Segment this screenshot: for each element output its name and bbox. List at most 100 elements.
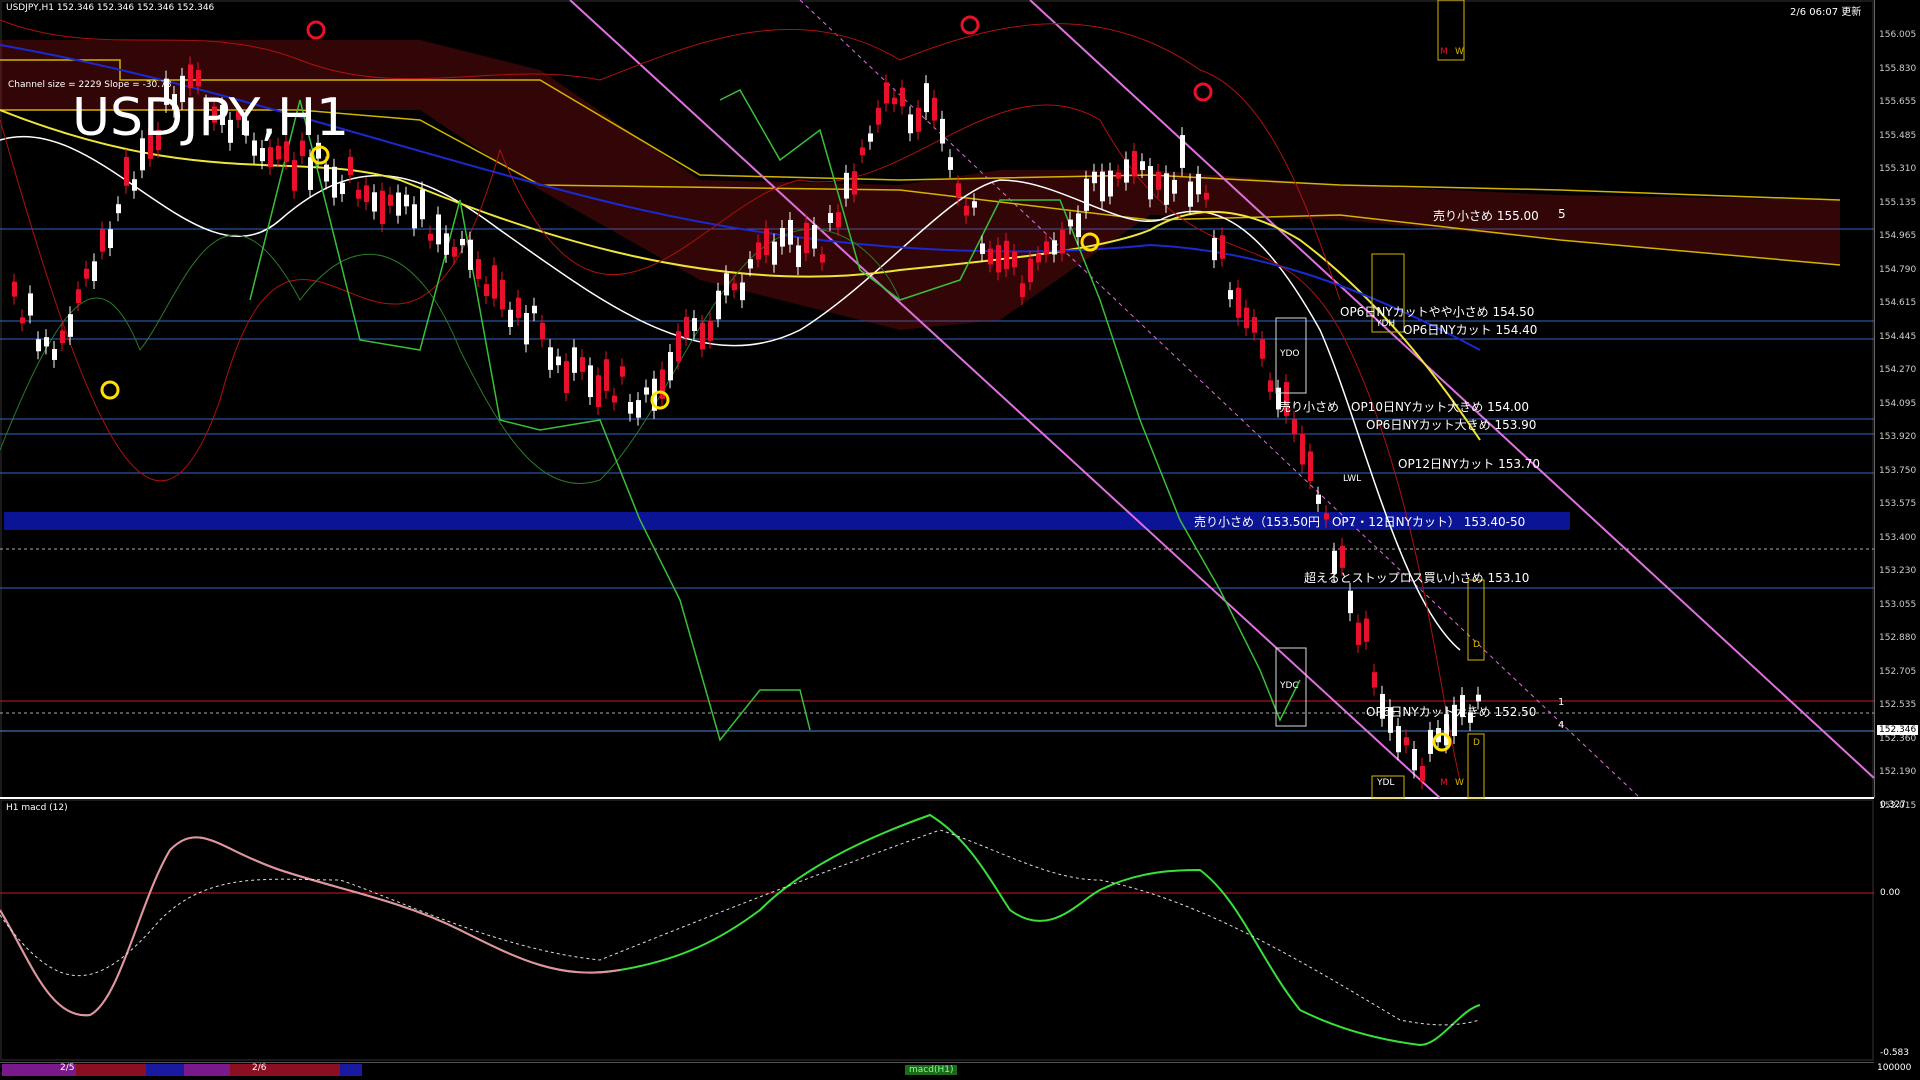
ydo-label: YDO xyxy=(1280,349,1300,359)
lwl-label: LWL xyxy=(1343,474,1362,484)
candle-body xyxy=(580,357,585,372)
candle-body xyxy=(1156,171,1161,190)
candle-body xyxy=(436,214,441,245)
candle-body xyxy=(532,305,537,314)
candle-body xyxy=(1316,494,1321,504)
macd-tab[interactable]: macd(H1) xyxy=(905,1065,958,1075)
candle-body xyxy=(1372,672,1377,688)
candle-body xyxy=(1204,192,1209,200)
candle-body xyxy=(476,259,481,279)
candle-body xyxy=(820,254,825,263)
price-chart-canvas[interactable] xyxy=(0,0,1920,1080)
candle-body xyxy=(596,375,601,407)
price-axis-tick: 155.655 xyxy=(1879,97,1917,107)
candle-body xyxy=(1148,166,1153,200)
fractal-up-icon xyxy=(100,380,120,400)
candle-body xyxy=(996,245,1001,273)
candle-body xyxy=(900,87,905,107)
current-price-tag: 152.346 xyxy=(1877,725,1919,735)
symbol-info: USDJPY,H1 152.346 152.346 152.346 152.34… xyxy=(6,3,215,13)
candle-body xyxy=(884,82,889,104)
fractal-down-icon xyxy=(1193,82,1213,102)
d-label-lower: D xyxy=(1473,738,1480,748)
candle-body xyxy=(444,233,449,255)
symbol-watermark: USDJPY,H1 xyxy=(72,88,350,148)
candle-body xyxy=(1348,590,1353,614)
candle-body xyxy=(1252,317,1257,333)
ydc-label: YDC xyxy=(1280,681,1299,691)
candle-body xyxy=(28,293,33,316)
d-label-upper: D xyxy=(1473,640,1480,650)
candle-body xyxy=(588,365,593,398)
macd-axis-scale: 100000 xyxy=(1877,1063,1912,1073)
candle-body xyxy=(1052,240,1057,255)
candle-body xyxy=(1212,237,1217,261)
timeline-seg-6 xyxy=(230,1064,340,1076)
candle-body xyxy=(1036,254,1041,263)
candle-body xyxy=(1172,179,1177,194)
candle-body xyxy=(1100,171,1105,202)
candle-body xyxy=(44,337,49,347)
candle-body xyxy=(940,118,945,144)
timeline-seg-3 xyxy=(76,1064,146,1076)
candle-body xyxy=(1420,765,1425,782)
candle-body xyxy=(516,297,521,318)
candle-body xyxy=(1076,213,1081,238)
candle-body xyxy=(1044,241,1049,255)
candle-body xyxy=(692,318,697,331)
price-axis-tick: 155.485 xyxy=(1879,130,1917,141)
candle-body xyxy=(644,387,649,395)
candle-body xyxy=(196,70,201,87)
candle-body xyxy=(1012,251,1017,268)
candle-body xyxy=(124,156,129,186)
candle-body xyxy=(1236,287,1241,318)
candle-body xyxy=(556,356,561,366)
candle-body xyxy=(908,114,913,134)
macd-line xyxy=(0,813,1481,1047)
candle-body xyxy=(452,246,457,257)
timeline-date-1: 2/5 xyxy=(60,1063,75,1073)
timeline-seg-5 xyxy=(184,1064,230,1076)
candle-body xyxy=(388,194,393,206)
price-axis-tick: 152.705 xyxy=(1879,666,1917,677)
candle-body xyxy=(732,283,737,291)
candle-body xyxy=(1068,219,1073,227)
candle-body xyxy=(1364,618,1369,642)
price-axis-tick: 155.310 xyxy=(1879,164,1917,174)
candle-body xyxy=(684,316,689,339)
candle-body xyxy=(756,242,761,260)
candle-body xyxy=(132,179,137,191)
candle-body xyxy=(308,157,313,190)
candle-body xyxy=(628,401,633,414)
candle-body xyxy=(788,219,793,245)
price-axis-tick: 153.230 xyxy=(1879,566,1917,576)
candle-body xyxy=(508,309,513,327)
candle-body xyxy=(484,284,489,296)
macd-axis-zero: 0.00 xyxy=(1880,888,1901,898)
price-axis-tick: 154.270 xyxy=(1879,365,1917,375)
candle-body xyxy=(380,190,385,224)
level-num-5: 5 xyxy=(1558,207,1566,221)
level-label-153-10: 超えるとストップロス買い小さめ 153.10 xyxy=(1304,571,1530,585)
candle-body xyxy=(84,268,89,279)
candle-body xyxy=(372,192,377,212)
timeline-date-2: 2/6 xyxy=(252,1063,267,1073)
macd-line-neg xyxy=(0,836,621,1017)
candle-body xyxy=(948,157,953,170)
fractal-down-icon xyxy=(960,15,980,35)
price-axis-tick: 156.005 xyxy=(1879,30,1917,40)
candle-body xyxy=(964,205,969,216)
price-axis-tick: 154.615 xyxy=(1879,298,1917,308)
candle-body xyxy=(604,359,609,391)
channel-line-upper xyxy=(1029,0,1875,779)
candle-body xyxy=(1220,235,1225,259)
fractal-down-icon xyxy=(306,20,326,40)
price-axis-tick: 154.445 xyxy=(1879,331,1917,342)
candle-body xyxy=(260,148,265,162)
candle-body xyxy=(620,366,625,377)
candle-body xyxy=(764,228,769,256)
candle-body xyxy=(612,395,617,403)
candle-body xyxy=(1020,283,1025,297)
candle-body xyxy=(1188,181,1193,207)
candle-body xyxy=(1004,240,1009,270)
